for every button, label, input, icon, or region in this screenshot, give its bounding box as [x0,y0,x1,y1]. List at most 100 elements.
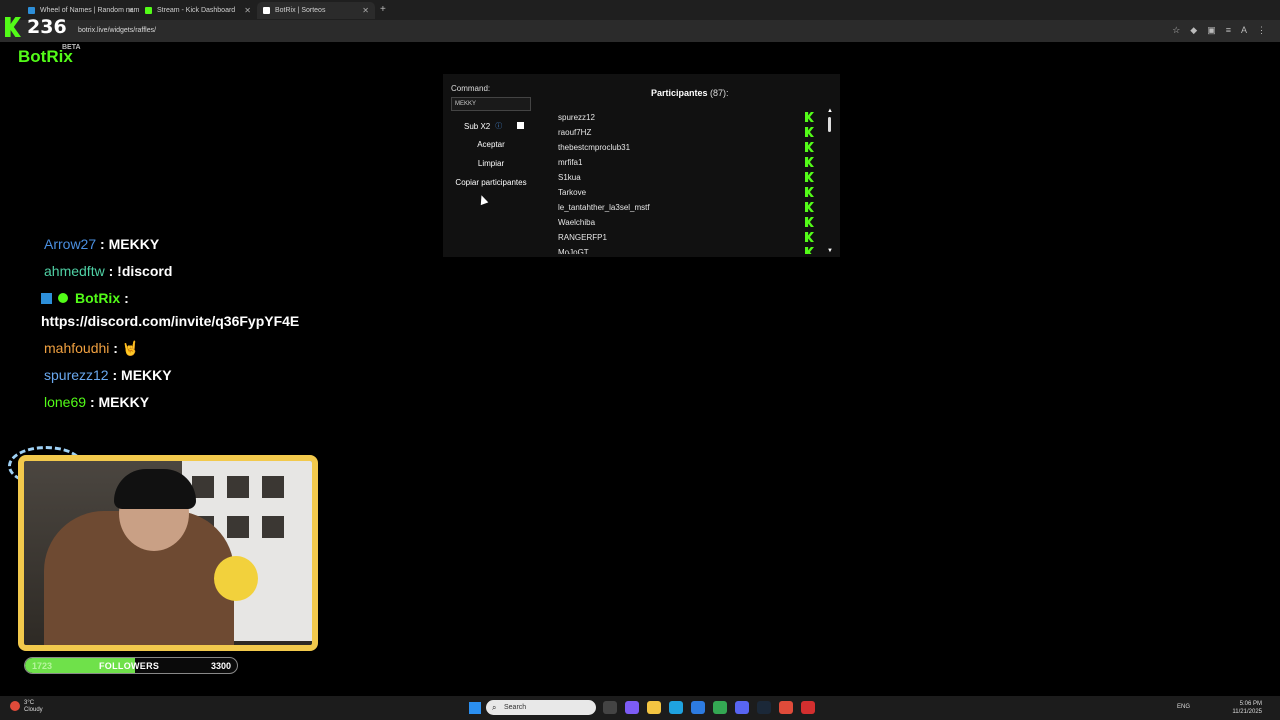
close-tab-icon[interactable]: ✕ [244,6,251,15]
participant-row[interactable]: thebestcmproclub31 [558,140,814,155]
windows-start-icon[interactable] [469,702,481,714]
twitch-app-icon[interactable] [625,701,639,714]
participant-row[interactable]: le_tantahther_la3sel_mstf [558,200,814,215]
store-icon[interactable] [691,701,705,714]
tab-kick-dashboard[interactable]: Stream - Kick Dashboard ✕ [139,2,257,19]
browser-toolbar-icons: ☆ ◆ ▣ ≡ A ⋮ [1172,25,1266,36]
copy-participants-button[interactable]: Copiar participantes [443,178,539,187]
scroll-down-arrow-icon[interactable]: ▼ [827,248,833,254]
taskbar-apps [603,701,815,714]
taskbar-search[interactable]: ⌕ Search [486,700,596,715]
discord-app-icon[interactable] [735,701,749,714]
menu-icon[interactable]: ≡ [1226,25,1231,36]
chat-message: mahfoudhi : 🤘 [44,340,139,357]
extension-icon[interactable]: ◆ [1190,25,1197,36]
sub-x2-label: Sub X2 [464,121,491,131]
weather-icon[interactable] [10,701,20,711]
kick-platform-icon [805,157,814,167]
kick-platform-icon [805,112,814,122]
shield-app-icon[interactable] [801,701,815,714]
tab-botrix-sorteos[interactable]: BotRix | Sorteos ✕ [257,2,375,19]
chat-message: spurezz12 : MEKKY [44,367,172,383]
participants-scrollbar[interactable]: ▲ ▼ [826,108,834,254]
participant-row[interactable]: MoJoGT [558,245,814,254]
kick-logo-icon [5,17,21,37]
system-tray[interactable]: ENG [1177,704,1190,710]
raffle-panel: Command: MEKKY Sub X2 ⓘ Aceptar Limpiar … [443,74,840,257]
chat-username: lone69 [44,394,87,410]
close-tab-icon[interactable]: ✕ [362,6,369,15]
scroll-up-arrow-icon[interactable]: ▲ [827,108,833,114]
weather-text: Cloudy [24,707,43,713]
app-icon[interactable] [779,701,793,714]
followers-label: FOLLOWERS [99,661,160,671]
viewer-count: 236 [27,16,67,38]
participants-title: Participantes (87): [651,88,729,98]
participant-name: Waelchiba [558,218,596,227]
chat-username: Arrow27 [44,236,97,252]
participant-row[interactable]: raouf7HZ [558,125,814,140]
clock-date: 11/21/2025 [1232,709,1262,715]
botrix-logo[interactable]: BotRix BETA [18,44,81,67]
chrome-browser-icon[interactable] [713,701,727,714]
botrix-favicon-icon [263,7,270,14]
file-explorer-icon[interactable] [647,701,661,714]
kick-platform-icon [805,142,814,152]
weather-temp: 3°C [24,700,35,706]
participants-title-text: Participantes [651,88,708,98]
rock-emoji-icon: 🤘 [121,340,140,356]
profile-icon[interactable]: A [1241,25,1247,36]
extensions-puzzle-icon[interactable]: ▣ [1207,25,1216,36]
chat-message: Arrow27 : MEKKY [44,236,159,252]
bookmark-star-icon[interactable]: ☆ [1172,25,1180,36]
taskbar-clock[interactable]: 5:06 PM 11/21/2025 [1232,700,1262,716]
url-text[interactable]: botrix.live/widgets/raffles/ [78,27,156,34]
participants-list[interactable]: spurezz12 raouf7HZ thebestcmproclub31 mrfif… [558,110,814,254]
kick-favicon-icon [145,7,152,14]
sub-x2-checkbox[interactable] [517,122,524,129]
participant-name: Tarkove [558,188,587,197]
task-view-icon[interactable] [603,701,617,714]
participant-row[interactable]: RANGERFP1 [558,230,814,245]
participant-name: spurezz12 [558,113,595,122]
participant-row[interactable]: Waelchiba [558,215,814,230]
accept-button[interactable]: Aceptar [451,140,531,149]
chat-link-text: https://discord.com/invite/q36FypYF4E [41,313,300,329]
kick-platform-icon [805,127,814,137]
search-placeholder: Search [504,704,527,711]
command-input[interactable]: MEKKY [451,97,531,111]
followers-current: 1723 [32,661,53,671]
close-tab-icon[interactable]: ✕ [127,6,134,15]
kick-platform-icon [805,202,814,212]
chat-text: MEKKY [98,394,150,410]
chat-text: MEKKY [108,236,160,252]
info-icon[interactable]: ⓘ [495,121,502,131]
kick-platform-icon [805,217,814,227]
windows-taskbar: 3°C Cloudy ⌕ Search ENG 5:06 PM 11/21/20… [0,696,1280,720]
weather-widget[interactable]: 3°C Cloudy [24,700,43,714]
clear-button[interactable]: Limpiar [451,159,531,168]
chat-text: MEKKY [121,367,172,383]
followers-goal: 3300 [210,661,231,671]
more-options-icon[interactable]: ⋮ [1257,25,1266,36]
scroll-thumb[interactable] [828,117,831,132]
chat-username: mahfoudhi [44,340,110,356]
chat-message: ahmedftw : !discord [44,263,172,279]
chat-username: spurezz12 [44,367,109,383]
edge-browser-icon[interactable] [669,701,683,714]
command-label: Command: [451,84,491,93]
participant-row[interactable]: spurezz12 [558,110,814,125]
participant-row[interactable]: mrfifa1 [558,155,814,170]
participant-row[interactable]: S1kua [558,170,814,185]
plush-toy-image [214,556,258,601]
streamer-beanie [114,469,196,509]
participant-name: thebestcmproclub31 [558,143,631,152]
chat-separator: : [89,394,95,410]
new-tab-button[interactable]: + [380,4,386,15]
chat-message: lone69 : MEKKY [44,394,149,410]
participants-count: (87): [710,88,729,98]
steam-app-icon[interactable] [757,701,771,714]
participant-row[interactable]: Tarkove [558,185,814,200]
tab-label: Stream - Kick Dashboard [157,7,236,14]
chat-message: BotRix : [41,290,129,306]
